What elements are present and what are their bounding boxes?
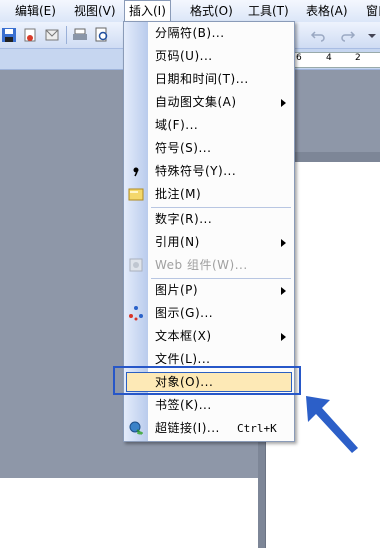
menu-item-web-component: Web 组件(W)... <box>124 254 294 277</box>
horizontal-ruler[interactable]: 6 4 2 <box>292 52 380 68</box>
menu-item-picture[interactable]: 图片(P) <box>124 279 294 302</box>
menu-item-symbol[interactable]: 符号(S)... <box>124 137 294 160</box>
menu-item-label: 日期和时间(T)... <box>155 72 249 86</box>
undo-icon[interactable] <box>310 27 326 43</box>
menu-item-label: 符号(S)... <box>155 141 212 155</box>
menu-tools[interactable]: 工具(T) <box>244 0 293 22</box>
submenu-arrow-icon <box>281 287 286 295</box>
callout-highlight-box <box>113 366 301 395</box>
permission-icon[interactable] <box>22 27 38 43</box>
menu-table[interactable]: 表格(A) <box>302 0 352 22</box>
ruler-tick-label: 2 <box>355 53 361 63</box>
diagram-icon <box>129 306 143 321</box>
menu-item-autotext[interactable]: 自动图文集(A) <box>124 91 294 114</box>
menu-item-label: 页码(U)... <box>155 49 213 63</box>
submenu-arrow-icon <box>281 99 286 107</box>
menu-item-label: 书签(K)... <box>155 398 212 412</box>
email-icon[interactable] <box>44 27 60 43</box>
menu-item-date-time[interactable]: 日期和时间(T)... <box>124 68 294 91</box>
menu-item-shortcut: Ctrl+K <box>237 422 277 435</box>
save-icon[interactable] <box>1 27 17 43</box>
menu-item-bookmark[interactable]: 书签(K)... <box>124 394 294 417</box>
menu-item-label: 图示(G)... <box>155 306 214 320</box>
menu-insert[interactable]: 插入(I) <box>124 0 171 23</box>
menu-view[interactable]: 视图(V) <box>70 0 120 22</box>
menu-item-diagram[interactable]: 图示(G)... <box>124 302 294 325</box>
menu-format[interactable]: 格式(O) <box>186 0 237 22</box>
hyperlink-icon <box>129 421 143 435</box>
menu-item-label: 分隔符(B)... <box>155 26 225 40</box>
callout-arrow-icon <box>306 396 358 453</box>
menu-item-text-box[interactable]: 文本框(X) <box>124 325 294 348</box>
ruler-tick-label: 4 <box>326 53 332 63</box>
print-preview-icon[interactable] <box>94 27 110 43</box>
toolbar-separator <box>66 26 67 44</box>
ruler-tick-label: 6 <box>296 53 302 63</box>
menu-item-number[interactable]: 数字(R)... <box>124 208 294 231</box>
menu-item-field[interactable]: 域(F)... <box>124 114 294 137</box>
web-component-icon <box>129 258 143 272</box>
menu-item-label: 特殊符号(Y)... <box>155 164 237 178</box>
more-options-icon[interactable] <box>364 27 380 43</box>
menu-item-label: 域(F)... <box>155 118 199 132</box>
menu-item-reference[interactable]: 引用(N) <box>124 231 294 254</box>
menu-item-label: 图片(P) <box>155 283 199 297</box>
menu-item-label: 批注(M) <box>155 187 202 201</box>
redo-icon[interactable] <box>340 27 356 43</box>
print-icon[interactable] <box>72 27 88 43</box>
menu-item-label: 文本框(X) <box>155 329 212 343</box>
menu-item-label: 超链接(I)... <box>155 421 220 435</box>
menu-item-label: Web 组件(W)... <box>155 258 248 272</box>
menu-item-label: 数字(R)... <box>155 212 213 226</box>
menu-item-comment[interactable]: 批注(M) <box>124 183 294 206</box>
menu-item-label: 自动图文集(A) <box>155 95 237 109</box>
menu-item-hyperlink[interactable]: 超链接(I)... Ctrl+K <box>124 417 294 440</box>
menu-item-break[interactable]: 分隔符(B)... <box>124 22 294 45</box>
comment-icon <box>128 188 144 201</box>
menu-item-special-symbol[interactable]: 特殊符号(Y)... <box>124 160 294 183</box>
special-symbol-icon <box>133 167 139 177</box>
menu-window[interactable]: 窗口 <box>362 0 380 22</box>
menu-item-label: 引用(N) <box>155 235 200 249</box>
submenu-arrow-icon <box>281 333 286 341</box>
menu-bar: 编辑(E) 视图(V) 插入(I) 格式(O) 工具(T) 表格(A) 窗口 <box>0 0 380 23</box>
menu-edit[interactable]: 编辑(E) <box>11 0 60 22</box>
menu-item-page-numbers[interactable]: 页码(U)... <box>124 45 294 68</box>
submenu-arrow-icon <box>281 239 286 247</box>
